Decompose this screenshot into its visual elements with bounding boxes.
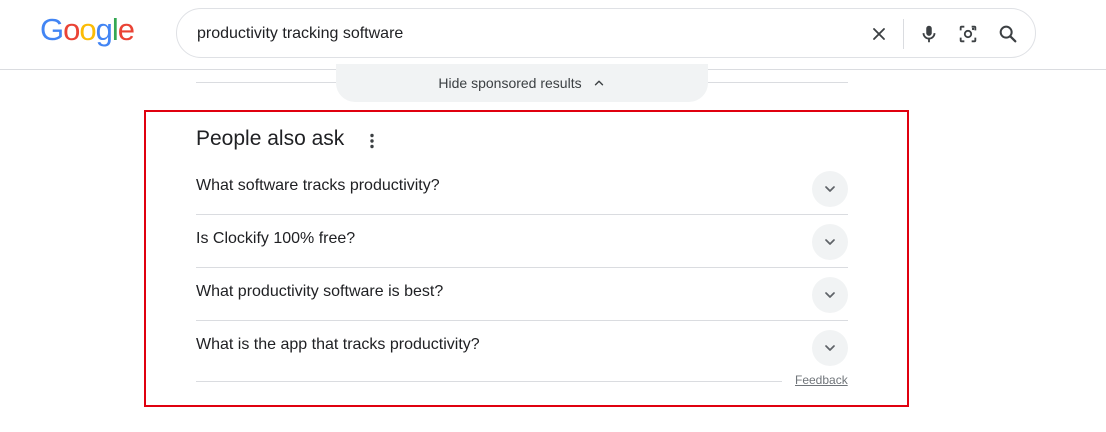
logo-letter: o (63, 12, 80, 47)
paa-question[interactable]: What software tracks productivity? (196, 162, 848, 215)
google-logo[interactable]: Google (40, 12, 135, 48)
chevron-down-icon[interactable] (812, 224, 848, 260)
logo-letter: e (117, 12, 135, 47)
more-vert-icon[interactable] (362, 130, 382, 152)
paa-question[interactable]: What productivity software is best? (196, 268, 848, 321)
paa-question-text: Is Clockify 100% free? (196, 230, 356, 247)
logo-letter: g (95, 12, 113, 47)
paa-bottom-divider (196, 381, 782, 382)
feedback-link[interactable]: Feedback (795, 373, 848, 387)
paa-question-text: What is the app that tracks productivity… (196, 336, 480, 353)
logo-letter: o (79, 12, 96, 47)
chevron-up-icon (592, 76, 606, 90)
hide-sponsored-label: Hide sponsored results (438, 75, 582, 91)
logo-letter: G (40, 12, 64, 47)
close-icon[interactable] (867, 22, 891, 46)
hide-sponsored-button[interactable]: Hide sponsored results (336, 64, 708, 102)
paa-question-text: What productivity software is best? (196, 283, 444, 300)
search-icon[interactable] (996, 22, 1020, 46)
lens-camera-icon[interactable] (956, 22, 980, 46)
search-header: Google (0, 0, 1106, 70)
paa-title: People also ask (196, 127, 345, 150)
search-divider (903, 19, 904, 49)
chevron-down-icon[interactable] (812, 277, 848, 313)
chevron-down-icon[interactable] (812, 171, 848, 207)
paa-question[interactable]: Is Clockify 100% free? (196, 215, 848, 268)
paa-question[interactable]: What is the app that tracks productivity… (196, 321, 848, 374)
microphone-icon[interactable] (917, 22, 941, 46)
paa-question-text: What software tracks productivity? (196, 177, 440, 194)
search-input[interactable] (197, 21, 797, 47)
search-box (176, 8, 1036, 58)
chevron-down-icon[interactable] (812, 330, 848, 366)
